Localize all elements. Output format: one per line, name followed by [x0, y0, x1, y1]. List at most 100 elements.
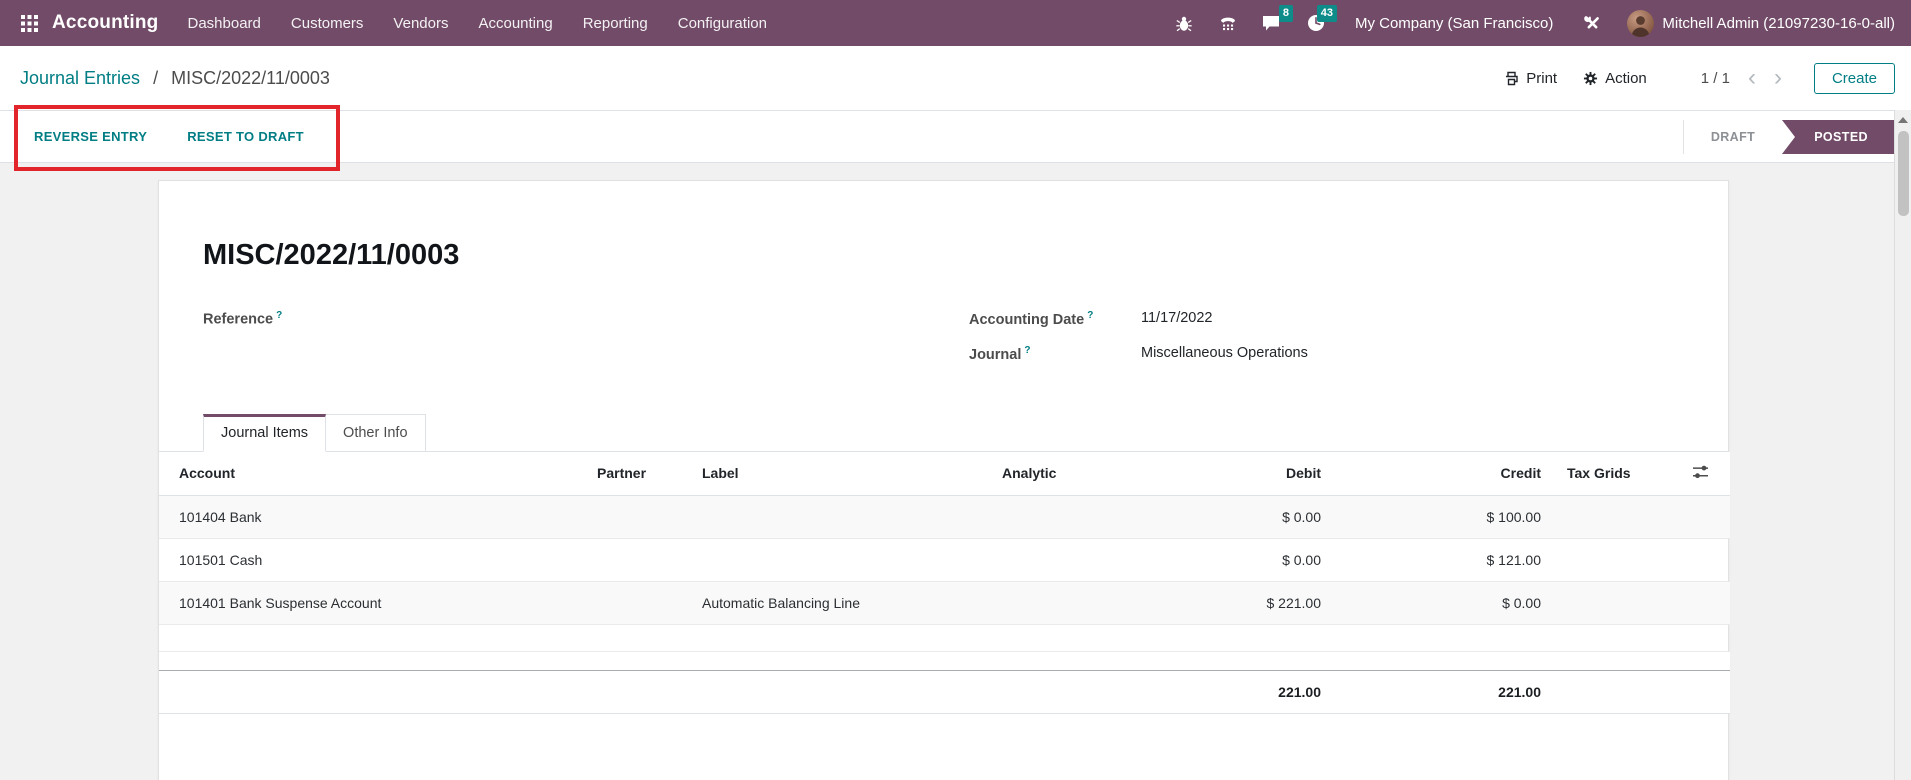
- pager-previous-icon[interactable]: ‹: [1748, 66, 1756, 90]
- breadcrumb-separator: /: [153, 68, 158, 88]
- column-header-label[interactable]: Label: [684, 452, 984, 496]
- reference-label: Reference: [203, 312, 273, 328]
- cell-credit[interactable]: $ 0.00: [1339, 581, 1559, 624]
- optional-columns-icon[interactable]: [1669, 452, 1730, 496]
- user-avatar: [1627, 10, 1654, 37]
- cell-debit[interactable]: $ 0.00: [1204, 538, 1339, 581]
- app-title[interactable]: Accounting: [52, 12, 159, 34]
- journal-items-table: Account Partner Label Analytic Debit Cre…: [159, 452, 1730, 714]
- table-row[interactable]: 101501 Cash $ 0.00 $ 121.00: [159, 538, 1730, 581]
- page-title: MISC/2022/11/0003: [203, 181, 1684, 272]
- print-label: Print: [1526, 70, 1557, 87]
- action-button[interactable]: Action: [1583, 70, 1647, 87]
- form-sheet: MISC/2022/11/0003 Reference? Accounting …: [158, 180, 1729, 780]
- pager-next-icon[interactable]: ›: [1774, 66, 1782, 90]
- user-menu[interactable]: Mitchell Admin (21097230-16-0-all): [1617, 10, 1895, 37]
- action-label: Action: [1605, 70, 1647, 87]
- cell-label[interactable]: [684, 495, 984, 538]
- column-header-account[interactable]: Account: [159, 452, 579, 496]
- tab-other-info[interactable]: Other Info: [326, 414, 425, 451]
- column-header-tax-grids[interactable]: Tax Grids: [1559, 452, 1669, 496]
- breadcrumb: Journal Entries / MISC/2022/11/0003: [20, 68, 330, 89]
- menu-reporting[interactable]: Reporting: [568, 0, 663, 46]
- cell-account[interactable]: 101501 Cash: [159, 538, 579, 581]
- cell-extra[interactable]: [1669, 581, 1730, 624]
- menu-dashboard[interactable]: Dashboard: [173, 0, 276, 46]
- breadcrumb-current: MISC/2022/11/0003: [171, 68, 330, 88]
- cell-debit[interactable]: $ 0.00: [1204, 495, 1339, 538]
- accounting-date-help-icon: ?: [1087, 310, 1093, 321]
- menu-customers[interactable]: Customers: [276, 0, 379, 46]
- user-name: Mitchell Admin (21097230-16-0-all): [1662, 15, 1895, 32]
- cell-extra[interactable]: [1669, 538, 1730, 581]
- column-header-partner[interactable]: Partner: [579, 452, 684, 496]
- cell-account[interactable]: 101404 Bank: [159, 495, 579, 538]
- total-debit: 221.00: [1204, 670, 1339, 713]
- journal-field[interactable]: Miscellaneous Operations: [1141, 345, 1308, 363]
- company-switcher[interactable]: My Company (San Francisco): [1341, 15, 1567, 32]
- create-button[interactable]: Create: [1814, 63, 1895, 94]
- totals-row: 221.00 221.00: [159, 670, 1730, 713]
- cell-tax-grids[interactable]: [1559, 538, 1669, 581]
- cell-tax-grids[interactable]: [1559, 581, 1669, 624]
- cell-tax-grids[interactable]: [1559, 495, 1669, 538]
- status-draft[interactable]: DRAFT: [1683, 120, 1782, 154]
- menu-configuration[interactable]: Configuration: [663, 0, 782, 46]
- printer-icon: [1504, 71, 1519, 86]
- cell-analytic[interactable]: [984, 581, 1204, 624]
- cell-analytic[interactable]: [984, 538, 1204, 581]
- print-button[interactable]: Print: [1504, 70, 1557, 87]
- scrollbar-up-arrow-icon[interactable]: [1898, 117, 1908, 123]
- tab-journal-items[interactable]: Journal Items: [203, 414, 326, 452]
- status-bar: REVERSE ENTRY RESET TO DRAFT DRAFT POSTE…: [0, 110, 1911, 163]
- table-row[interactable]: 101401 Bank Suspense Account Automatic B…: [159, 581, 1730, 624]
- activities-count-badge: 43: [1317, 5, 1337, 22]
- cell-account[interactable]: 101401 Bank Suspense Account: [159, 581, 579, 624]
- form-view: MISC/2022/11/0003 Reference? Accounting …: [0, 163, 1911, 780]
- breadcrumb-journal-entries[interactable]: Journal Entries: [20, 68, 140, 88]
- table-row-empty[interactable]: [159, 624, 1730, 651]
- cell-label[interactable]: [684, 538, 984, 581]
- cell-partner[interactable]: [579, 538, 684, 581]
- table-header-row: Account Partner Label Analytic Debit Cre…: [159, 452, 1730, 496]
- cell-credit[interactable]: $ 121.00: [1339, 538, 1559, 581]
- debug-bug-icon[interactable]: [1165, 0, 1203, 46]
- vertical-scrollbar[interactable]: [1894, 110, 1911, 780]
- menu-vendors[interactable]: Vendors: [378, 0, 463, 46]
- reverse-entry-button[interactable]: REVERSE ENTRY: [34, 129, 147, 144]
- table-spacer: [159, 651, 1730, 670]
- total-credit: 221.00: [1339, 670, 1559, 713]
- gear-icon: [1583, 71, 1598, 86]
- cell-debit[interactable]: $ 221.00: [1204, 581, 1339, 624]
- app-window: Accounting Dashboard Customers Vendors A…: [0, 0, 1911, 780]
- control-panel: Journal Entries / MISC/2022/11/0003 Prin…: [0, 46, 1911, 110]
- column-header-debit[interactable]: Debit: [1204, 452, 1339, 496]
- cell-label[interactable]: Automatic Balancing Line: [684, 581, 984, 624]
- accounting-date-label: Accounting Date?: [969, 310, 1141, 328]
- table-row[interactable]: 101404 Bank $ 0.00 $ 100.00: [159, 495, 1730, 538]
- cell-analytic[interactable]: [984, 495, 1204, 538]
- accounting-date-field[interactable]: 11/17/2022: [1141, 310, 1213, 328]
- statusbar-states: DRAFT POSTED: [1683, 120, 1894, 154]
- phone-icon[interactable]: [1209, 0, 1247, 46]
- reference-help-icon: ?: [276, 310, 282, 321]
- notebook-tabs: Journal Items Other Info: [159, 414, 1728, 452]
- column-header-analytic[interactable]: Analytic: [984, 452, 1204, 496]
- journal-label: Journal?: [969, 345, 1141, 363]
- cell-partner[interactable]: [579, 495, 684, 538]
- menu-accounting[interactable]: Accounting: [463, 0, 567, 46]
- cell-partner[interactable]: [579, 581, 684, 624]
- cell-credit[interactable]: $ 100.00: [1339, 495, 1559, 538]
- navbar: Accounting Dashboard Customers Vendors A…: [0, 0, 1911, 46]
- tools-wrench-icon[interactable]: [1573, 0, 1611, 46]
- pager-count: 1 / 1: [1701, 70, 1730, 87]
- messages-icon[interactable]: 8: [1253, 0, 1291, 46]
- cell-extra[interactable]: [1669, 495, 1730, 538]
- activities-clock-icon[interactable]: 43: [1297, 0, 1335, 46]
- apps-grid-icon[interactable]: [12, 0, 46, 46]
- scrollbar-thumb[interactable]: [1898, 131, 1909, 216]
- messages-count-badge: 8: [1279, 5, 1293, 22]
- column-header-credit[interactable]: Credit: [1339, 452, 1559, 496]
- reset-to-draft-button[interactable]: RESET TO DRAFT: [187, 129, 304, 144]
- status-posted[interactable]: POSTED: [1782, 120, 1894, 154]
